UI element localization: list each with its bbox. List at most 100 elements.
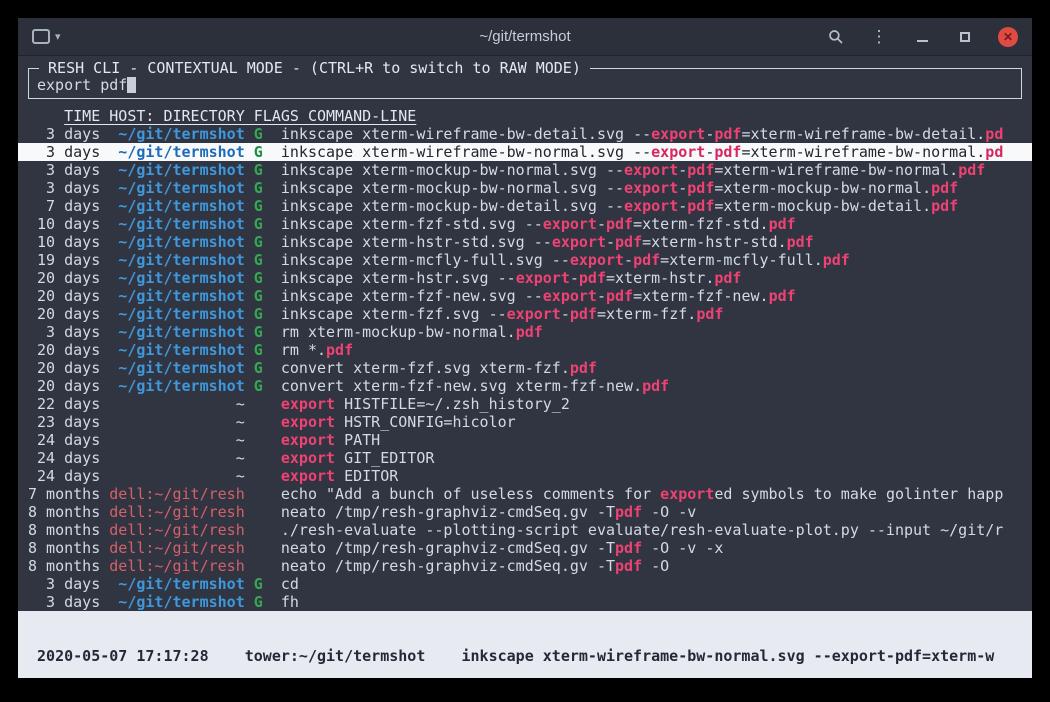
gap	[245, 467, 254, 485]
history-row[interactable]: 7 days ~/git/termshot G inkscape xterm-m…	[18, 197, 1032, 215]
history-row[interactable]: 24 days ~ export EDITOR	[18, 467, 1032, 485]
history-row[interactable]: 7 months dell:~/git/resh echo "Add a bun…	[18, 485, 1032, 503]
row-command-match: export	[281, 413, 335, 431]
history-row[interactable]: 22 days ~ export HISTFILE=~/.zsh_history…	[18, 395, 1032, 413]
row-time: 20 days	[28, 341, 100, 359]
row-command-match: pd	[985, 125, 1003, 143]
gap	[100, 143, 109, 161]
history-row[interactable]: 10 days ~/git/termshot G inkscape xterm-…	[18, 215, 1032, 233]
gap	[100, 593, 109, 611]
gap	[245, 593, 254, 611]
row-host-directory: ~/git/termshot	[109, 593, 244, 611]
search-button[interactable]	[826, 27, 846, 47]
row-command-text: ./resh-evaluate --plotting-script evalua…	[281, 521, 1003, 539]
row-command-text: -	[678, 161, 687, 179]
row-command-text: fh	[281, 593, 299, 611]
history-row[interactable]: 20 days ~/git/termshot G inkscape xterm-…	[18, 269, 1032, 287]
row-command-text: HSTR_CONFIG=hicolor	[335, 413, 516, 431]
row-command-text: inkscape xterm-mockup-bw-normal.svg --	[281, 179, 624, 197]
gap	[245, 449, 254, 467]
row-command-match: pdf	[931, 179, 958, 197]
row-command-text: =xterm-wireframe-bw-detail.	[741, 125, 985, 143]
row-time: 3 days	[28, 179, 100, 197]
row-time: 8 months	[28, 521, 100, 539]
history-row[interactable]: 3 days ~/git/termshot G rm xterm-mockup-…	[18, 323, 1032, 341]
search-input[interactable]: export pdf	[37, 76, 1013, 94]
row-command-text: =xterm-mcfly-full.	[660, 251, 823, 269]
history-row[interactable]: 19 days ~/git/termshot G inkscape xterm-…	[18, 251, 1032, 269]
row-command-text: -	[705, 125, 714, 143]
row-command-match: pdf	[570, 305, 597, 323]
gap	[100, 161, 109, 179]
gap	[245, 323, 254, 341]
row-command-text: neato /tmp/resh-graphviz-cmdSeq.gv -T	[281, 539, 615, 557]
history-row[interactable]: 20 days ~/git/termshot G inkscape xterm-…	[18, 287, 1032, 305]
history-row-selected[interactable]: 3 days ~/git/termshot G inkscape xterm-w…	[18, 143, 1032, 161]
history-row[interactable]: 20 days ~/git/termshot G convert xterm-f…	[18, 377, 1032, 395]
row-flags: G	[254, 323, 263, 341]
row-command-text: =xterm-mockup-bw-normal.	[714, 179, 931, 197]
minimize-icon	[917, 40, 928, 42]
gap	[263, 485, 281, 503]
tab-switcher[interactable]: ▾	[32, 29, 61, 44]
gap	[245, 359, 254, 377]
row-host-directory: ~	[109, 413, 244, 431]
history-row[interactable]: 23 days ~ export HSTR_CONFIG=hicolor	[18, 413, 1032, 431]
history-row[interactable]: 3 days ~/git/termshot G fh	[18, 593, 1032, 611]
menu-button[interactable]: ⋮	[869, 27, 889, 47]
row-command-text: =xterm-hstr.	[606, 269, 714, 287]
row-flags: G	[254, 377, 263, 395]
row-command-match: pdf	[714, 125, 741, 143]
history-row[interactable]: 24 days ~ export PATH	[18, 431, 1032, 449]
row-command-match: export	[624, 161, 678, 179]
gap	[100, 215, 109, 233]
restore-button[interactable]	[955, 27, 975, 47]
history-row[interactable]: 3 days ~/git/termshot G inkscape xterm-w…	[18, 125, 1032, 143]
row-command-match: pdf	[687, 161, 714, 179]
history-row[interactable]: 20 days ~/git/termshot G inkscape xterm-…	[18, 305, 1032, 323]
gap	[245, 341, 254, 359]
kebab-icon: ⋮	[871, 27, 888, 47]
row-command-match: pdf	[823, 251, 850, 269]
history-row[interactable]: 24 days ~ export GIT_EDITOR	[18, 449, 1032, 467]
row-command-match: export	[651, 125, 705, 143]
history-row[interactable]: 3 days ~/git/termshot G inkscape xterm-m…	[18, 161, 1032, 179]
close-button[interactable]: ✕	[998, 27, 1018, 47]
history-row[interactable]: 20 days ~/git/termshot G rm *.pdf	[18, 341, 1032, 359]
row-host-directory: dell:~/git/resh	[109, 503, 244, 521]
history-row[interactable]: 8 months dell:~/git/resh neato /tmp/resh…	[18, 503, 1032, 521]
row-command-match: export	[281, 467, 335, 485]
row-time: 3 days	[28, 125, 100, 143]
gap	[263, 575, 281, 593]
row-command-text: inkscape xterm-wireframe-bw-detail.svg -…	[281, 125, 651, 143]
history-row[interactable]: 3 days ~/git/termshot G inkscape xterm-m…	[18, 179, 1032, 197]
row-host-directory: ~/git/termshot	[109, 215, 244, 233]
gap	[263, 431, 281, 449]
table-header-text: TIME HOST: DIRECTORY FLAGS COMMAND-LINE	[64, 107, 416, 125]
row-flags	[254, 467, 263, 485]
row-command-text: inkscape xterm-fzf-std.svg --	[281, 215, 543, 233]
history-row[interactable]: 10 days ~/git/termshot G inkscape xterm-…	[18, 233, 1032, 251]
row-command-text: -	[705, 143, 714, 161]
row-command-match: pdf	[615, 539, 642, 557]
row-command-text: -O -v	[642, 503, 696, 521]
row-command-match: pdf	[769, 215, 796, 233]
row-time: 24 days	[28, 431, 100, 449]
minimize-button[interactable]	[912, 27, 932, 47]
row-time: 24 days	[28, 467, 100, 485]
row-command-match: export	[281, 431, 335, 449]
row-command-text: rm *.	[281, 341, 326, 359]
row-time: 3 days	[28, 161, 100, 179]
row-command-text: =xterm-fzf-new.	[633, 287, 768, 305]
history-row[interactable]: 8 months dell:~/git/resh neato /tmp/resh…	[18, 557, 1032, 575]
history-row[interactable]: 3 days ~/git/termshot G cd	[18, 575, 1032, 593]
history-row[interactable]: 8 months dell:~/git/resh neato /tmp/resh…	[18, 539, 1032, 557]
history-row[interactable]: 20 days ~/git/termshot G convert xterm-f…	[18, 359, 1032, 377]
row-command-text: inkscape xterm-fzf.svg --	[281, 305, 507, 323]
gap	[263, 323, 281, 341]
row-command-text: HISTFILE=~/.zsh_history_2	[335, 395, 570, 413]
history-row[interactable]: 8 months dell:~/git/resh ./resh-evaluate…	[18, 521, 1032, 539]
gap	[263, 359, 281, 377]
row-command-text: -O	[642, 557, 669, 575]
gap	[245, 125, 254, 143]
